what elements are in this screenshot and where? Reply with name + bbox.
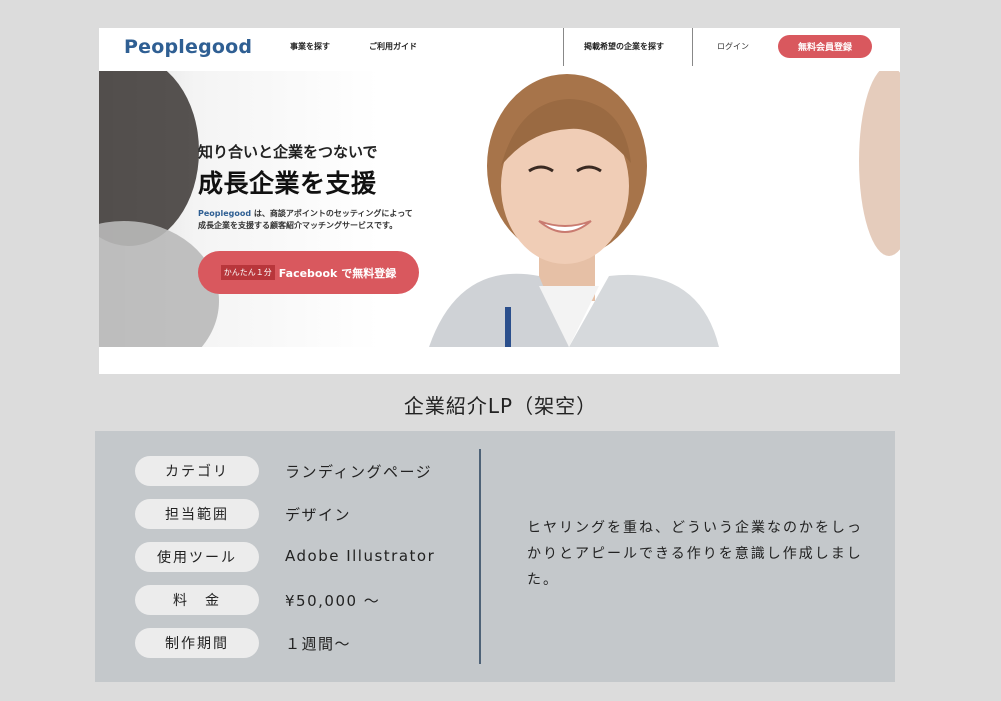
nav-divider — [692, 28, 693, 66]
nav-guide[interactable]: ご利用ガイド — [369, 41, 417, 52]
detail-value: ¥50,000 ～ — [285, 592, 381, 610]
hero-subtitle: 知り合いと企業をつないで — [198, 143, 378, 161]
detail-value: ランディングページ — [285, 463, 433, 481]
hero-copy: 知り合いと企業をつないで 成長企業を支援 Peoplegood は、商談アポイン… — [198, 141, 413, 232]
cta-label: Facebook で無料登録 — [278, 266, 397, 280]
detail-label: 使用ツール — [135, 542, 259, 572]
nav-divider — [563, 28, 564, 66]
lp-screenshot: Peoplegood 事業を探す ご利用ガイド 掲載希望の企業を探す ログイン … — [99, 28, 900, 374]
nav-find-business[interactable]: 事業を探す — [290, 41, 330, 52]
work-title: 企業紹介LP（架空） — [403, 394, 598, 418]
login-link[interactable]: ログイン — [717, 41, 749, 52]
cta-badge: かんたん１分 — [220, 265, 275, 280]
hero-desc-line1: は、商談アポイントのセッティングによって — [251, 209, 413, 218]
hero-desc-brand: Peoplegood — [198, 209, 252, 218]
detail-label: カテゴリ — [135, 456, 259, 486]
hero-description: Peoplegood は、商談アポイントのセッティングによって 成長企業を支援す… — [198, 208, 413, 232]
detail-label: 制作期間 — [135, 628, 259, 658]
brand-logo[interactable]: Peoplegood — [124, 36, 252, 58]
work-summary: ヒヤリングを重ね、どういう企業なのかをしっかりとアピールできる作りを意識し作成し… — [527, 520, 863, 588]
detail-value: Adobe Illustrator — [285, 547, 436, 565]
hero-desc-line2: 成長企業を支援する顧客紹介マッチングサービスです。 — [198, 221, 398, 230]
detail-label: 担当範囲 — [135, 499, 259, 529]
vertical-divider — [479, 449, 481, 664]
register-button[interactable]: 無料会員登録 — [778, 35, 872, 58]
nav-find-companies[interactable]: 掲載希望の企業を探す — [584, 41, 664, 52]
hero-section: 知り合いと企業をつないで 成長企業を支援 Peoplegood は、商談アポイン… — [99, 71, 900, 347]
detail-value: デザイン — [285, 506, 352, 524]
detail-value: １週間～ — [285, 635, 352, 653]
work-details-panel: カテゴリ ランディングページ 担当範囲 デザイン 使用ツール Adobe Ill… — [95, 431, 895, 682]
facebook-register-button[interactable]: かんたん１分 Facebook で無料登録 — [198, 251, 419, 294]
hero-title: 成長企業を支援 — [198, 169, 377, 198]
lp-navbar: Peoplegood 事業を探す ご利用ガイド 掲載希望の企業を探す ログイン … — [99, 28, 900, 71]
detail-label: 料 金 — [135, 585, 259, 615]
